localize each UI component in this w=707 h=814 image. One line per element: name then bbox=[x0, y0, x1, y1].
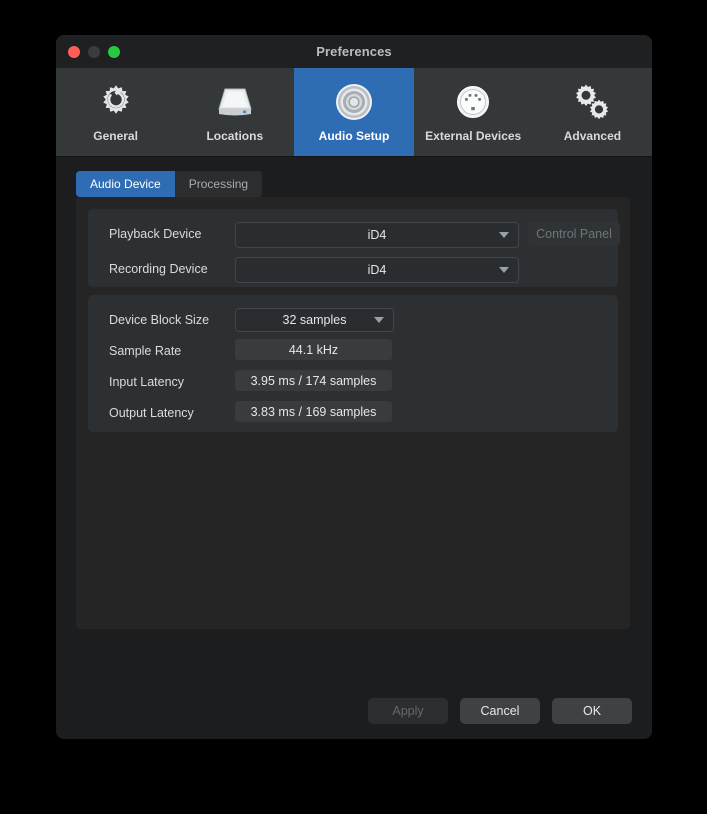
playback-device-dropdown[interactable]: iD4 bbox=[235, 222, 519, 248]
close-window-icon[interactable] bbox=[68, 46, 80, 58]
speaker-icon bbox=[331, 81, 377, 123]
zoom-window-icon[interactable] bbox=[108, 46, 120, 58]
control-panel-label: Control Panel bbox=[536, 227, 612, 241]
toolbar-label-locations: Locations bbox=[206, 129, 264, 143]
device-parameters-group: Device Block Size 32 samples Sample Rate… bbox=[88, 295, 618, 432]
window-titlebar: Preferences bbox=[56, 35, 652, 68]
control-panel-button[interactable]: Control Panel bbox=[528, 222, 620, 246]
hard-drive-icon bbox=[212, 81, 258, 123]
toolbar-item-advanced[interactable]: Advanced bbox=[533, 68, 652, 156]
output-latency-value-field: 3.83 ms / 169 samples bbox=[235, 401, 392, 422]
row-output-latency: Output Latency bbox=[109, 406, 194, 420]
preferences-content: Audio Device Processing Playback Device … bbox=[56, 157, 652, 739]
chevron-down-icon bbox=[499, 267, 509, 273]
recording-device-dropdown[interactable]: iD4 bbox=[235, 257, 519, 283]
ok-button[interactable]: OK bbox=[552, 698, 632, 724]
sample-rate-value-field: 44.1 kHz bbox=[235, 339, 392, 360]
dialog-footer: Apply Cancel OK bbox=[368, 698, 632, 724]
input-latency-value-field: 3.95 ms / 174 samples bbox=[235, 370, 392, 391]
screen: Preferences General Locations Audio Setu… bbox=[0, 0, 707, 814]
toolbar-item-locations[interactable]: Locations bbox=[175, 68, 294, 156]
toolbar-label-advanced: Advanced bbox=[563, 129, 622, 143]
traffic-lights bbox=[68, 46, 120, 58]
minimize-window-icon[interactable] bbox=[88, 46, 100, 58]
device-block-size-value: 32 samples bbox=[282, 313, 347, 327]
sample-rate-value: 44.1 kHz bbox=[288, 342, 339, 357]
device-selection-group: Playback Device iD4 Control Panel Record… bbox=[88, 209, 620, 287]
midi-port-icon bbox=[450, 81, 496, 123]
row-sample-rate: Sample Rate bbox=[109, 344, 181, 358]
chevron-down-icon bbox=[374, 317, 384, 323]
playback-device-value: iD4 bbox=[367, 228, 387, 242]
row-input-latency: Input Latency bbox=[109, 375, 184, 389]
label-output-latency: Output Latency bbox=[109, 406, 194, 420]
label-recording-device: Recording Device bbox=[109, 262, 208, 276]
chevron-down-icon bbox=[499, 232, 509, 238]
row-playback-device: Playback Device bbox=[109, 227, 201, 241]
label-sample-rate: Sample Rate bbox=[109, 344, 182, 358]
cancel-button[interactable]: Cancel bbox=[460, 698, 540, 724]
toolbar-label-general: General bbox=[93, 129, 138, 143]
tab-strip: Audio Device Processing bbox=[76, 171, 263, 197]
toolbar-item-audio-setup[interactable]: Audio Setup bbox=[294, 68, 414, 156]
tab-audio-device[interactable]: Audio Device bbox=[76, 171, 175, 197]
tab-processing[interactable]: Processing bbox=[174, 171, 263, 197]
row-recording-device: Recording Device bbox=[109, 262, 208, 276]
audio-device-panel: Playback Device iD4 Control Panel Record… bbox=[76, 197, 630, 629]
toolbar-item-general[interactable]: General bbox=[56, 68, 175, 156]
preferences-window: Preferences General Locations Audio Setu… bbox=[56, 35, 652, 739]
output-latency-value: 3.83 ms / 169 samples bbox=[250, 404, 377, 419]
label-input-latency: Input Latency bbox=[109, 375, 185, 389]
row-device-block-size: Device Block Size bbox=[109, 313, 209, 327]
device-block-size-dropdown[interactable]: 32 samples bbox=[235, 308, 394, 332]
input-latency-value: 3.95 ms / 174 samples bbox=[250, 373, 377, 388]
toolbar-label-external-devices: External Devices bbox=[425, 129, 522, 143]
toolbar-label-audio-setup: Audio Setup bbox=[318, 129, 390, 143]
window-title: Preferences bbox=[316, 44, 392, 59]
recording-device-value: iD4 bbox=[367, 263, 387, 277]
apply-button[interactable]: Apply bbox=[368, 698, 448, 724]
toolbar-item-external-devices[interactable]: External Devices bbox=[414, 68, 533, 156]
double-gear-icon bbox=[569, 81, 615, 123]
gear-refresh-icon bbox=[93, 81, 139, 123]
label-playback-device: Playback Device bbox=[109, 227, 202, 241]
label-device-block-size: Device Block Size bbox=[109, 313, 210, 327]
preferences-toolbar: General Locations Audio Setup External D… bbox=[56, 68, 652, 157]
